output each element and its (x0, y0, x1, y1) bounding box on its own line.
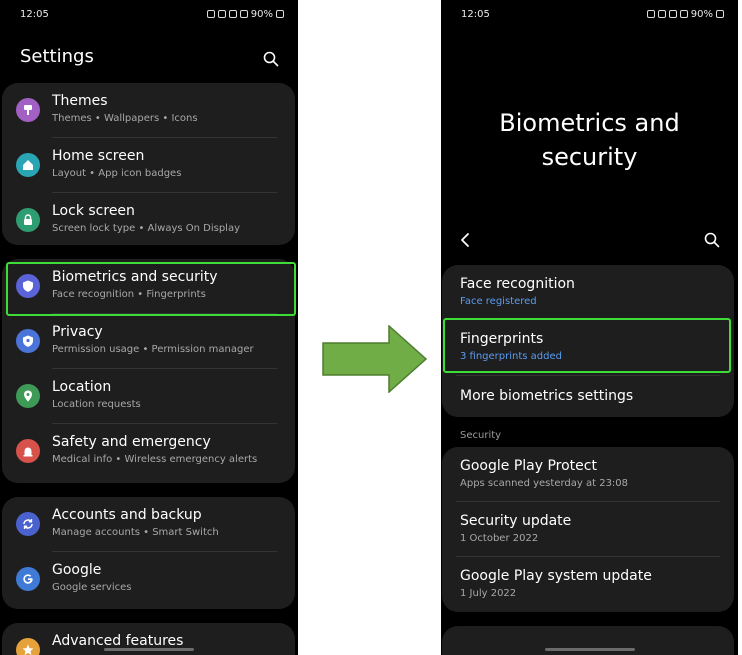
item-title: Accounts and backup (52, 507, 202, 523)
item-subtitle: Layout • App icon badges (52, 168, 182, 179)
item-subtitle: Medical info • Wireless emergency alerts (52, 454, 258, 465)
item-subtitle: Google services (52, 582, 132, 593)
status-time: 12:05 (461, 8, 490, 20)
item-subtitle: 3 fingerprints added (460, 351, 562, 362)
status-time: 12:05 (20, 8, 49, 20)
wifi-icon (668, 10, 677, 18)
nav-pill[interactable] (545, 648, 635, 651)
transition-arrow (322, 325, 428, 393)
settings-item-home-screen[interactable]: Home screen Layout • App icon badges (2, 138, 295, 193)
item-subtitle: Apps scanned yesterday at 23:08 (460, 478, 629, 489)
google-icon (16, 567, 40, 591)
item-title: Lock screen (52, 203, 135, 219)
wifi-icon (228, 10, 237, 18)
location-pin-icon (16, 384, 40, 408)
siren-icon (16, 439, 40, 463)
security-update-item[interactable]: Security update 1 October 2022 (442, 502, 734, 557)
themes-icon (16, 98, 40, 122)
battery-icon (276, 10, 284, 18)
google-play-protect-item[interactable]: Google Play Protect Apps scanned yesterd… (442, 447, 734, 502)
nav-pill[interactable] (104, 648, 194, 651)
biometrics-security-screen: 12:05 90% Biometrics and security Face r… (441, 0, 738, 655)
biometrics-group: Face recognition Face registered Fingerp… (442, 265, 734, 417)
item-title: Fingerprints (460, 331, 544, 347)
item-title: Google (52, 562, 102, 578)
privacy-shield-icon (16, 329, 40, 353)
google-play-system-update-item[interactable]: Google Play system update 1 July 2022 (442, 557, 734, 612)
item-subtitle: Manage accounts • Smart Switch (52, 527, 219, 538)
item-title: Security update (460, 513, 572, 529)
signal-icon (679, 10, 688, 18)
mute-icon (657, 10, 666, 18)
item-title: Safety and emergency (52, 434, 211, 450)
item-subtitle: Face recognition • Fingerprints (52, 289, 206, 300)
settings-item-google[interactable]: Google Google services (2, 552, 295, 607)
status-bar: 12:05 90% (20, 6, 284, 22)
settings-group-accounts: Accounts and backup Manage accounts • Sm… (2, 497, 295, 609)
status-bar: 12:05 90% (461, 6, 724, 22)
shield-icon (16, 274, 40, 298)
face-recognition-item[interactable]: Face recognition Face registered (442, 265, 734, 320)
item-title: Advanced features (52, 633, 184, 649)
search-icon[interactable] (262, 50, 280, 68)
back-arrow-icon[interactable] (457, 231, 475, 249)
settings-group-personalization: Themes Themes • Wallpapers • Icons Home … (2, 83, 295, 245)
battery-level: 90% (250, 8, 273, 20)
settings-item-lock-screen[interactable]: Lock screen Screen lock type • Always On… (2, 193, 295, 245)
notification-icon (646, 10, 655, 18)
search-icon[interactable] (703, 231, 721, 249)
settings-item-themes[interactable]: Themes Themes • Wallpapers • Icons (2, 83, 295, 138)
more-biometrics-settings-item[interactable]: More biometrics settings (442, 376, 734, 417)
item-subtitle: Location requests (52, 399, 141, 410)
signal-icon (239, 10, 248, 18)
page-title-text: Biometrics and security (499, 109, 680, 171)
battery-level: 90% (690, 8, 713, 20)
item-title: More biometrics settings (460, 388, 634, 404)
settings-item-safety-and-emergency[interactable]: Safety and emergency Medical info • Wire… (2, 424, 295, 479)
mute-icon (217, 10, 226, 18)
home-icon (16, 153, 40, 177)
section-header-security: Security (460, 430, 502, 441)
security-group: Google Play Protect Apps scanned yesterd… (442, 447, 734, 612)
item-title: Face recognition (460, 276, 575, 292)
item-subtitle: Screen lock type • Always On Display (52, 223, 240, 234)
star-icon (16, 638, 40, 655)
item-title: Google Play Protect (460, 458, 597, 474)
item-subtitle: Themes • Wallpapers • Icons (52, 113, 198, 124)
item-title: Privacy (52, 324, 103, 340)
item-subtitle: 1 July 2022 (460, 588, 517, 599)
fingerprints-item[interactable]: Fingerprints 3 fingerprints added (442, 320, 734, 376)
settings-screen: 12:05 90% Settings Themes Themes • Wallp… (0, 0, 298, 655)
battery-icon (716, 10, 724, 18)
item-title: Biometrics and security (52, 269, 218, 285)
item-title: Themes (52, 93, 108, 109)
settings-item-location[interactable]: Location Location requests (2, 369, 295, 424)
sync-icon (16, 512, 40, 536)
lock-icon (16, 208, 40, 232)
item-subtitle: Permission usage • Permission manager (52, 344, 254, 355)
settings-item-biometrics-and-security[interactable]: Biometrics and security Face recognition… (2, 259, 295, 314)
item-title: Home screen (52, 148, 145, 164)
settings-item-privacy[interactable]: Privacy Permission usage • Permission ma… (2, 314, 295, 369)
item-title: Location (52, 379, 112, 395)
item-subtitle: 1 October 2022 (460, 533, 539, 544)
settings-group-security: Biometrics and security Face recognition… (2, 259, 295, 483)
item-subtitle: Face registered (460, 296, 537, 307)
item-title: Google Play system update (460, 568, 652, 584)
page-title: Biometrics and security (441, 106, 738, 174)
page-title: Settings (20, 46, 94, 67)
settings-item-accounts-and-backup[interactable]: Accounts and backup Manage accounts • Sm… (2, 497, 295, 552)
notification-icon (206, 10, 215, 18)
